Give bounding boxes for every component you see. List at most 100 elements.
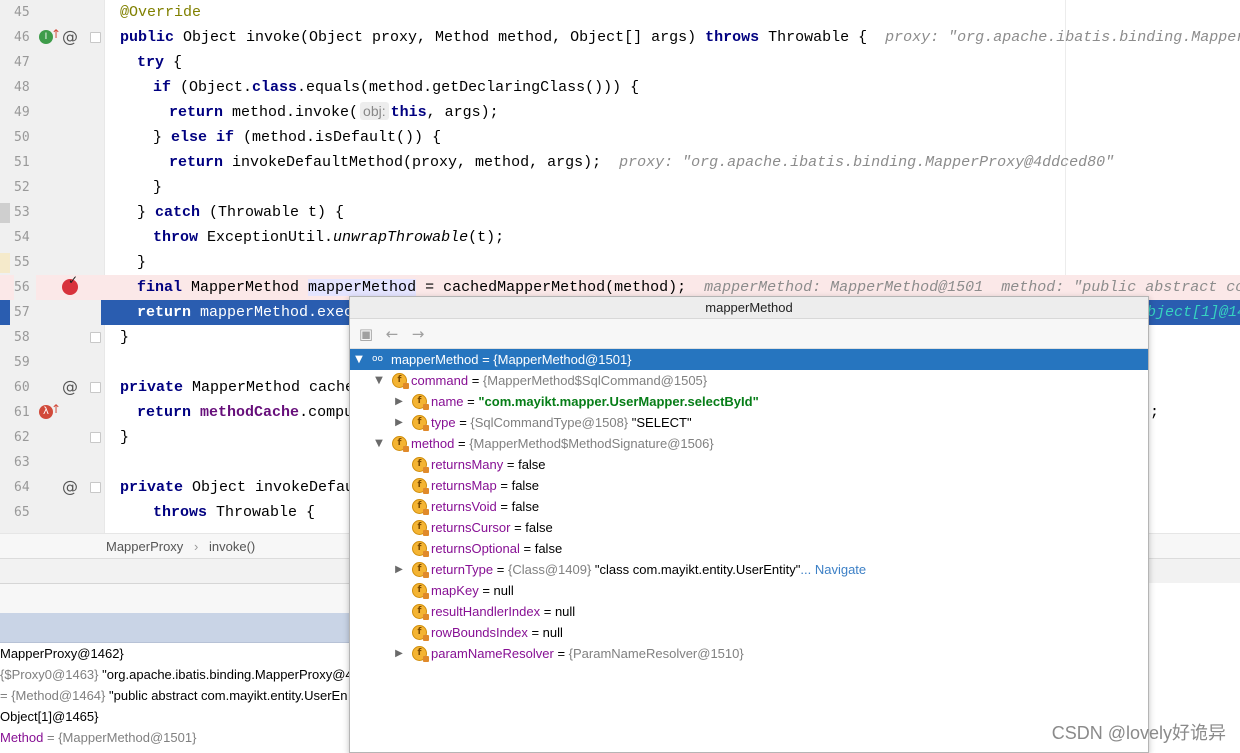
keyword: this [390, 104, 427, 121]
line-number: 61 [14, 405, 30, 420]
override-icon[interactable]: @ [62, 377, 78, 396]
breadcrumb-class[interactable]: MapperProxy [106, 539, 183, 554]
tree-row-resultHandlerIndex[interactable]: f resultHandlerIndex = null [350, 601, 1148, 622]
arrow-up-icon: ↑ [51, 27, 62, 41]
field-icon: f [412, 625, 429, 641]
code-line[interactable]: 46 I ↑ @ public Object invoke(Object pro… [0, 25, 1240, 50]
collapse-arrow-icon[interactable]: ▼ [373, 433, 385, 454]
breadcrumb-method[interactable]: invoke() [209, 539, 255, 554]
debug-inline-hint: bject[1]@146 [1147, 304, 1240, 321]
fold-toggle-icon[interactable] [90, 382, 101, 393]
expand-arrow-icon[interactable]: ▶ [393, 559, 405, 580]
code-segment: unwrapThrowable [333, 229, 469, 246]
equals-sign: = [527, 625, 543, 640]
tree-row-mapperMethod[interactable]: ▼ oo mapperMethod = {MapperMethod@1501} [350, 349, 1148, 370]
variable-row[interactable]: Object[1]@1465} [0, 706, 98, 727]
tree-row-command[interactable]: ▼ f command = {MapperMethod$SqlCommand@1… [350, 370, 1148, 391]
navigate-link[interactable]: ... Navigate [800, 562, 866, 577]
tree-row-label: mapKey = null [431, 580, 514, 601]
code-line[interactable]: 49 return method.invoke(obj: this, args); [0, 100, 1240, 125]
tree-row-returnsMap[interactable]: f returnsMap = false [350, 475, 1148, 496]
forward-arrow-icon[interactable]: → [408, 324, 428, 344]
field-icon: f [412, 520, 429, 536]
code-segment: (t); [468, 229, 505, 246]
variable-inspector-popup[interactable]: mapperMethod ▣ ← → ▼ oo mapperMethod = {… [349, 296, 1149, 753]
expand-arrow-icon[interactable]: ▶ [393, 391, 405, 412]
code-text: return method.invoke(obj: this, args); [169, 100, 499, 125]
override-icon[interactable]: @ [62, 27, 78, 46]
collapse-arrow-icon[interactable]: ▼ [373, 370, 385, 391]
fold-toggle-icon[interactable] [90, 332, 101, 343]
keyword: return [137, 404, 192, 421]
code-text: private MapperMethod cachedM [120, 375, 372, 400]
line-number: 48 [14, 80, 30, 95]
tree-row-method[interactable]: ▼ f method = {MapperMethod$MethodSignatu… [350, 433, 1148, 454]
tree-row-label: mapperMethod = {MapperMethod@1501} [391, 349, 632, 370]
variable-row[interactable]: = {Method@1464} "public abstract com.may… [0, 685, 347, 706]
expand-arrow-icon[interactable]: ▶ [393, 643, 405, 664]
code-line[interactable]: 52 } [0, 175, 1240, 200]
code-line[interactable]: 55 } [0, 250, 1240, 275]
field-type: {SqlCommandType@1508} [470, 415, 629, 430]
fold-toggle-icon[interactable] [90, 32, 101, 43]
line-number: 52 [14, 180, 30, 195]
tree-row-paramNameResolver[interactable]: ▶ f paramNameResolver = {ParamNameResolv… [350, 643, 1148, 664]
tree-row-name[interactable]: ▶ f name = "com.mayikt.mapper.UserMapper… [350, 391, 1148, 412]
variable-row[interactable]: {$Proxy0@1463} "org.apache.ibatis.bindin… [0, 664, 353, 685]
override-icon[interactable]: @ [62, 477, 78, 496]
code-segment: (Object. [171, 79, 253, 96]
code-text: } [153, 179, 163, 196]
variable-row[interactable]: Method = {MapperMethod@1501} [0, 727, 196, 748]
code-text: public Object invoke(Object proxy, Metho… [120, 25, 1240, 50]
tree-row-mapKey[interactable]: f mapKey = null [350, 580, 1148, 601]
keyword: public [120, 29, 175, 46]
fold-toggle-icon[interactable] [90, 432, 101, 443]
line-number: 47 [14, 55, 30, 70]
debug-inline-hint: mapperMethod: MapperMethod@1501 method: … [704, 279, 1240, 296]
tree-row-rowBoundsIndex[interactable]: f rowBoundsIndex = null [350, 622, 1148, 643]
copy-icon[interactable]: ▣ [356, 324, 376, 344]
tree-row-returnsCursor[interactable]: f returnsCursor = false [350, 517, 1148, 538]
line-number: 54 [14, 230, 30, 245]
breadcrumb-separator: › [194, 539, 199, 554]
popup-title[interactable]: mapperMethod [350, 297, 1148, 319]
field-value: false [511, 478, 540, 493]
tree-row-label: returnsMany = false [431, 454, 546, 475]
code-line[interactable]: 50 } else if (method.isDefault()) { [0, 125, 1240, 150]
object-icon: oo [372, 354, 384, 364]
field-value: false [518, 457, 546, 472]
line-number: 64 [14, 480, 30, 495]
variables-list[interactable]: MapperProxy@1462} {$Proxy0@1463} "org.ap… [0, 643, 353, 753]
tree-row-returnsOptional[interactable]: f returnsOptional = false [350, 538, 1148, 559]
tree-row-type[interactable]: ▶ f type = {SqlCommandType@1508} "SELECT… [350, 412, 1148, 433]
code-line[interactable]: 51 return invokeDefaultMethod(proxy, met… [0, 150, 1240, 175]
annotation-override: @Override [120, 4, 202, 21]
tree-row-label: name = "com.mayikt.mapper.UserMapper.sel… [431, 391, 759, 412]
variable-row[interactable]: MapperProxy@1462} [0, 643, 124, 664]
line-number: 65 [14, 505, 30, 520]
variables-header [0, 613, 350, 643]
code-segment: { [164, 54, 183, 71]
tree-row-returnsVoid[interactable]: f returnsVoid = false [350, 496, 1148, 517]
code-line[interactable]: 47 try { [0, 50, 1240, 75]
code-text: throw ExceptionUtil.unwrapThrowable(t); [153, 225, 504, 250]
code-line[interactable]: 48 if (Object.class.equals(method.getDec… [0, 75, 1240, 100]
code-text: if (Object.class.equals(method.getDeclar… [153, 75, 639, 100]
back-arrow-icon[interactable]: ← [382, 324, 402, 344]
fold-toggle-icon[interactable] [90, 482, 101, 493]
tree-row-returnsMany[interactable]: f returnsMany = false [350, 454, 1148, 475]
field-name: command [411, 373, 469, 388]
collapse-arrow-icon[interactable]: ▼ [353, 349, 365, 370]
code-segment: , args); [426, 104, 499, 121]
code-line[interactable]: 54 throw ExceptionUtil.unwrapThrowable(t… [0, 225, 1240, 250]
expand-arrow-icon[interactable]: ▶ [393, 412, 405, 433]
watermark: CSDN @lovely好诡异 [1051, 723, 1226, 743]
line-number: 56 [14, 275, 36, 300]
code-line[interactable]: 53 } catch (Throwable t) { [0, 200, 1240, 225]
parameter-hint: obj: [360, 102, 389, 120]
tree-row-returnType[interactable]: ▶ f returnType = {Class@1409} "class com… [350, 559, 1148, 580]
code-line[interactable]: 45 @Override [0, 0, 1240, 25]
equals-sign: = [510, 520, 526, 535]
field-name: rowBoundsIndex [431, 625, 528, 640]
keyword: return [169, 104, 224, 121]
